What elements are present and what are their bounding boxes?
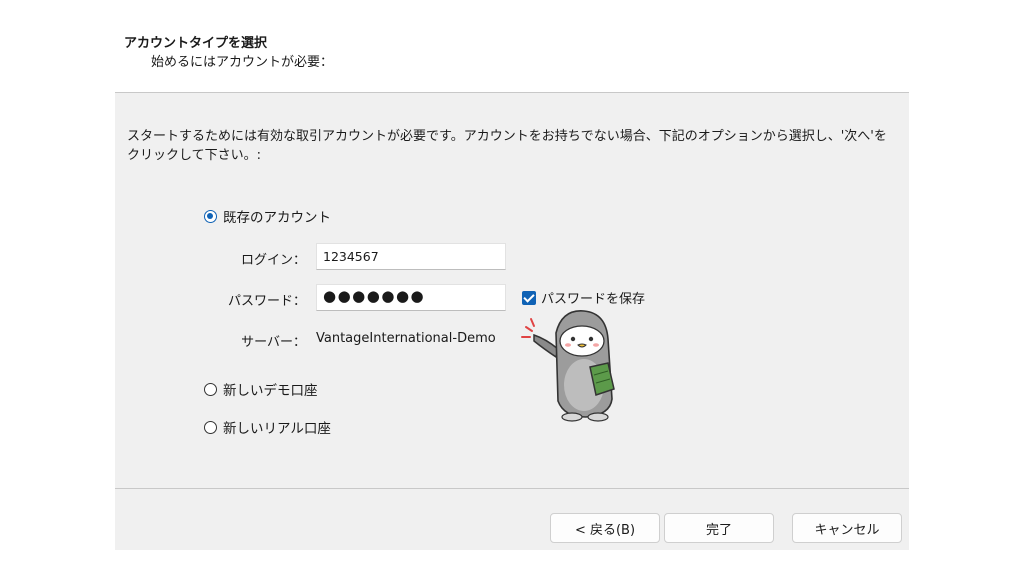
server-value[interactable]: VantageInternational-Demo <box>316 331 496 346</box>
wizard-header: アカウントタイプを選択 始めるにはアカウントが必要： <box>115 0 909 92</box>
radio-new-demo[interactable]: 新しいデモ口座 <box>204 379 318 399</box>
wizard-footer: < 戻る(B) 完了 キャンセル <box>115 489 909 550</box>
finish-button[interactable]: 完了 <box>664 513 774 543</box>
checkbox-checked-icon[interactable] <box>522 290 536 305</box>
radio-existing-account-label: 既存のアカウント <box>223 210 331 226</box>
radio-new-real[interactable]: 新しいリアル口座 <box>204 417 331 437</box>
radio-empty-icon[interactable] <box>204 420 217 434</box>
cancel-button[interactable]: キャンセル <box>792 513 902 543</box>
page-title: アカウントタイプを選択 <box>124 36 268 51</box>
radio-new-real-label: 新しいリアル口座 <box>223 421 331 437</box>
password-field[interactable]: ●●●●●●● <box>316 284 506 311</box>
radio-selected-icon[interactable] <box>204 209 217 223</box>
radio-empty-icon[interactable] <box>204 382 217 396</box>
radio-existing-account[interactable]: 既存のアカウント <box>204 206 331 226</box>
server-label: サーバー： <box>241 335 306 350</box>
penguin-mascot <box>521 310 615 422</box>
login-label: ログイン： <box>240 253 306 268</box>
radio-new-demo-label: 新しいデモ口座 <box>223 383 318 399</box>
wizard-body: スタートするためには有効な取引アカウントが必要です。アカウントをお持ちでない場合… <box>115 93 909 488</box>
password-label: パスワード： <box>227 294 306 309</box>
login-field[interactable]: 1234567 <box>316 243 506 270</box>
back-button[interactable]: < 戻る(B) <box>550 513 660 543</box>
intro-text: スタートするためには有効な取引アカウントが必要です。アカウントをお持ちでない場合… <box>127 129 887 163</box>
page-subtitle: 始めるにはアカウントが必要： <box>151 55 334 70</box>
